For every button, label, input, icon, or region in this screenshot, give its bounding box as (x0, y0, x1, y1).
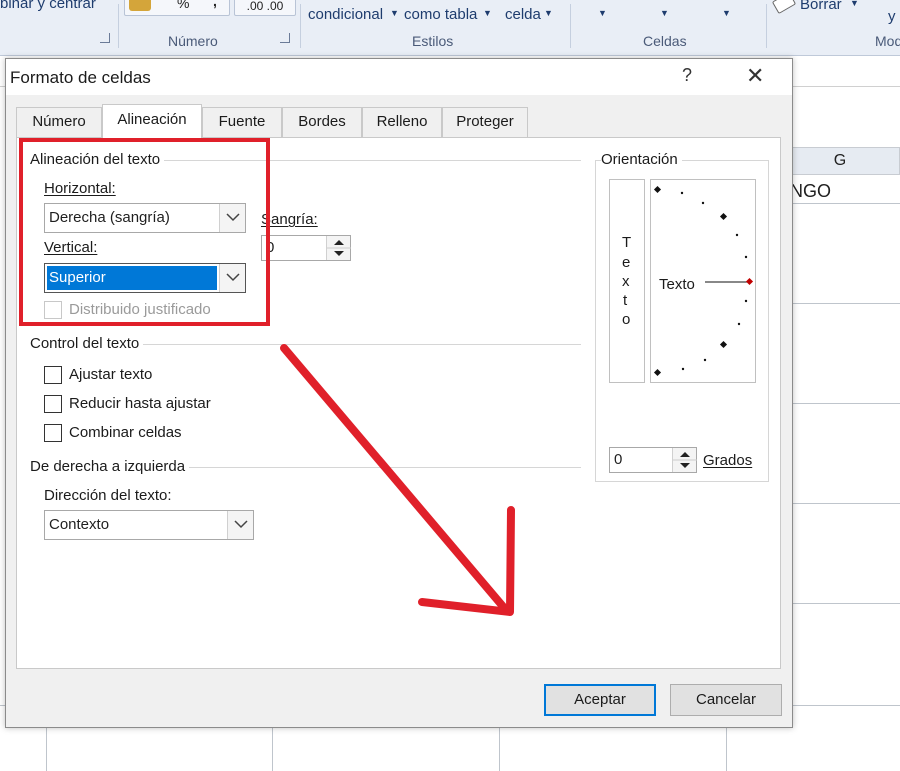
ribbon-separator (766, 4, 767, 48)
text-direction-label: Dirección del texto: (44, 487, 172, 504)
shrink-to-fit-label: Reducir hasta ajustar (69, 395, 211, 412)
horizontal-label: Horizontal: (44, 180, 116, 197)
horizontal-value: Derecha (sangría) (49, 209, 170, 226)
chevron-down-icon: ▼ (483, 8, 492, 18)
close-icon[interactable]: ✕ (746, 63, 764, 89)
orientation-dial[interactable]: Texto (650, 179, 756, 383)
eraser-icon (771, 0, 797, 15)
vertical-text-char: x (622, 273, 630, 290)
ribbon-separator (570, 4, 571, 48)
ok-button[interactable]: Aceptar (544, 684, 656, 716)
styles-group-label: Estilos (412, 33, 454, 49)
chevron-down-icon: ▼ (390, 8, 399, 18)
chevron-down-icon: ▼ (544, 8, 553, 18)
tab-fuente[interactable]: Fuente (202, 107, 282, 137)
distributed-checkbox[interactable] (44, 301, 62, 319)
text-alignment-group-label: Alineación del texto (30, 151, 165, 168)
grid-line (272, 728, 273, 771)
sort-filter-button[interactable]: y (888, 8, 896, 25)
conditional-format-button[interactable]: condicional (308, 6, 383, 23)
grid-line (792, 203, 900, 204)
grid-line (726, 728, 727, 771)
degrees-spinner[interactable]: 0 (609, 447, 697, 473)
rtl-group-label: De derecha a izquierda (30, 458, 190, 475)
accounting-format-icon (129, 0, 151, 11)
grid-line (499, 728, 500, 771)
wrap-text-label: Ajustar texto (69, 366, 153, 383)
cell-g1[interactable]: NGO (790, 181, 831, 202)
grid-line (792, 403, 900, 404)
grid-line (792, 603, 900, 604)
distributed-label: Distribuido justificado (69, 301, 211, 318)
help-button[interactable]: ? (682, 65, 692, 86)
tab-numero[interactable]: Número (16, 107, 102, 137)
comma-style-button[interactable]: , (213, 0, 217, 9)
dialog-title-bar[interactable]: Formato de celdas ? ✕ (6, 59, 792, 95)
chevron-down-icon[interactable] (219, 264, 245, 292)
vertical-value: Superior (47, 266, 217, 290)
merge-cells-checkbox[interactable] (44, 424, 62, 442)
cells-group-label: Celdas (643, 33, 687, 49)
tab-proteger[interactable]: Proteger (442, 107, 528, 137)
chevron-down-icon[interactable] (219, 204, 245, 232)
chevron-down-icon[interactable] (227, 511, 253, 539)
number-launcher-icon[interactable] (280, 33, 290, 43)
merge-center-button[interactable]: binar y centrar (0, 0, 96, 12)
shrink-to-fit-checkbox[interactable] (44, 395, 62, 413)
insert-chevron-icon[interactable]: ▼ (598, 8, 607, 18)
degrees-label: Grados (703, 452, 753, 469)
orientation-group-label: Orientación (601, 151, 682, 168)
cell-styles-button[interactable]: celda (505, 6, 541, 23)
cancel-button[interactable]: Cancelar (670, 684, 782, 716)
vertical-text-char: t (623, 292, 628, 309)
tab-bordes[interactable]: Bordes (282, 107, 362, 137)
ribbon-separator (300, 4, 301, 48)
dialog-title: Formato de celdas (10, 68, 151, 87)
spin-buttons[interactable] (672, 448, 697, 472)
grid-line (46, 728, 47, 771)
spin-buttons[interactable] (326, 236, 351, 260)
clear-button[interactable]: Borrar (800, 0, 842, 13)
percent-style-button[interactable]: % (177, 0, 189, 11)
vertical-text-button[interactable]: T e x t o (609, 179, 645, 383)
grid-line (792, 503, 900, 504)
vertical-text-char: e (622, 254, 631, 271)
text-control-group-label: Control del texto (30, 335, 144, 352)
tab-relleno[interactable]: Relleno (362, 107, 442, 137)
degrees-value: 0 (614, 451, 623, 468)
orientation-text-label: Texto (659, 276, 695, 293)
text-direction-dropdown[interactable]: Contexto (44, 510, 254, 540)
indent-spinner[interactable]: 0 (261, 235, 351, 261)
modify-group-label: Mod (875, 33, 900, 49)
column-header-g[interactable]: G (780, 147, 900, 175)
indent-label: Sangría: (261, 211, 318, 228)
delete-chevron-icon[interactable]: ▼ (660, 8, 669, 18)
text-direction-value: Contexto (49, 516, 110, 533)
number-group-label: Número (168, 33, 218, 49)
alignment-panel: Alineación del texto Horizontal: Derecha… (16, 137, 781, 669)
grid-line (792, 303, 900, 304)
launcher-icon[interactable] (100, 33, 110, 43)
horizontal-dropdown[interactable]: Derecha (sangría) (44, 203, 246, 233)
vertical-dropdown[interactable]: Superior (44, 263, 246, 293)
decimal-buttons[interactable]: .00 .00 (234, 0, 296, 16)
tab-alineacion[interactable]: Alineación (102, 104, 202, 138)
chevron-down-icon: ▼ (850, 0, 859, 8)
vertical-text-char: T (622, 234, 632, 251)
merge-cells-label: Combinar celdas (69, 424, 182, 441)
wrap-text-checkbox[interactable] (44, 366, 62, 384)
ribbon-separator (118, 4, 119, 48)
excel-ribbon: binar y centrar % , .00 .00 Número condi… (0, 0, 900, 56)
vertical-label: Vertical: (44, 239, 98, 256)
number-format-buttons[interactable]: % , (124, 0, 230, 16)
format-cells-dialog: Formato de celdas ? ✕ Número Alineación … (5, 58, 793, 728)
vertical-text-char: o (622, 311, 631, 328)
format-as-table-button[interactable]: como tabla (404, 6, 477, 23)
indent-value: 0 (266, 239, 275, 256)
format-chevron-icon[interactable]: ▼ (722, 8, 731, 18)
